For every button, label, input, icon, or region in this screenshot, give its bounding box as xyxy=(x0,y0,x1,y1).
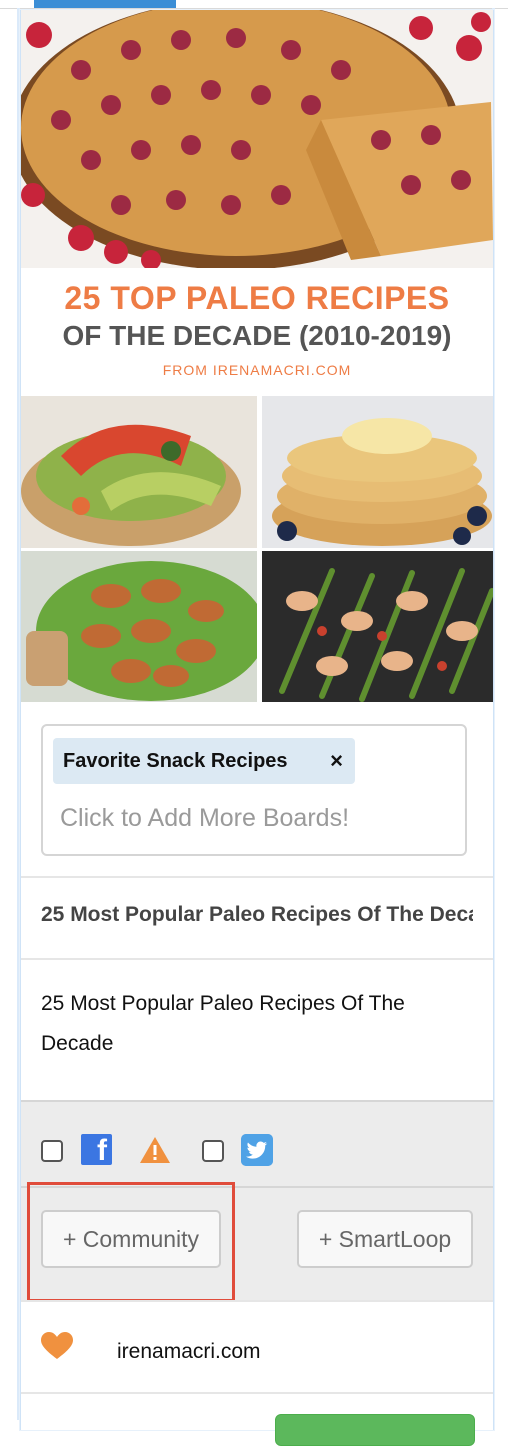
facebook-icon[interactable]: f xyxy=(81,1134,112,1167)
overlay-title-line1: 25 TOP PALEO RECIPES xyxy=(64,280,450,316)
pin-overlay-text: 25 TOP PALEO RECIPES OF THE DECADE (2010… xyxy=(21,280,493,378)
overlay-title-line2: OF THE DECADE (2010-2019) xyxy=(62,320,452,351)
divider xyxy=(21,876,493,878)
boards-selector[interactable]: Favorite Snack Recipes × Click to Add Mo… xyxy=(41,724,467,856)
schedule-button[interactable] xyxy=(275,1414,475,1446)
cake-photo xyxy=(21,10,493,268)
overlay-source-line: FROM IRENAMACRI.COM xyxy=(162,362,352,378)
warning-icon[interactable] xyxy=(139,1136,171,1164)
sheet-pan-photo xyxy=(262,551,493,702)
source-domain[interactable]: irenamacri.com xyxy=(117,1340,261,1364)
pin-description-field[interactable]: 25 Most Popular Paleo Recipes Of The Dec… xyxy=(41,984,473,1064)
divider xyxy=(21,1186,493,1188)
pin-card: 25 TOP PALEO RECIPES OF THE DECADE (2010… xyxy=(20,10,494,1446)
twitter-icon[interactable] xyxy=(241,1134,273,1166)
divider xyxy=(21,958,493,960)
top-toolbar xyxy=(0,0,508,9)
pin-title-field[interactable]: 25 Most Popular Paleo Recipes Of The Dec… xyxy=(41,903,473,927)
facebook-checkbox[interactable] xyxy=(41,1140,63,1162)
divider xyxy=(21,1392,493,1394)
remove-board-icon[interactable]: × xyxy=(330,750,343,772)
board-tag-label: Favorite Snack Recipes xyxy=(63,749,288,772)
pancakes-photo xyxy=(262,396,493,548)
add-community-button[interactable]: + Community xyxy=(41,1210,221,1268)
add-smartloop-button[interactable]: + SmartLoop xyxy=(297,1210,473,1268)
heart-icon[interactable] xyxy=(41,1332,73,1360)
pin-image[interactable]: 25 TOP PALEO RECIPES OF THE DECADE (2010… xyxy=(21,10,493,702)
divider xyxy=(21,1100,493,1102)
chicken-photo xyxy=(21,551,257,702)
twitter-checkbox[interactable] xyxy=(202,1140,224,1162)
salad-photo xyxy=(21,396,257,548)
divider xyxy=(21,1300,493,1302)
board-tag[interactable]: Favorite Snack Recipes × xyxy=(53,738,355,784)
add-boards-placeholder[interactable]: Click to Add More Boards! xyxy=(60,804,349,833)
active-tab-indicator[interactable] xyxy=(34,0,176,8)
